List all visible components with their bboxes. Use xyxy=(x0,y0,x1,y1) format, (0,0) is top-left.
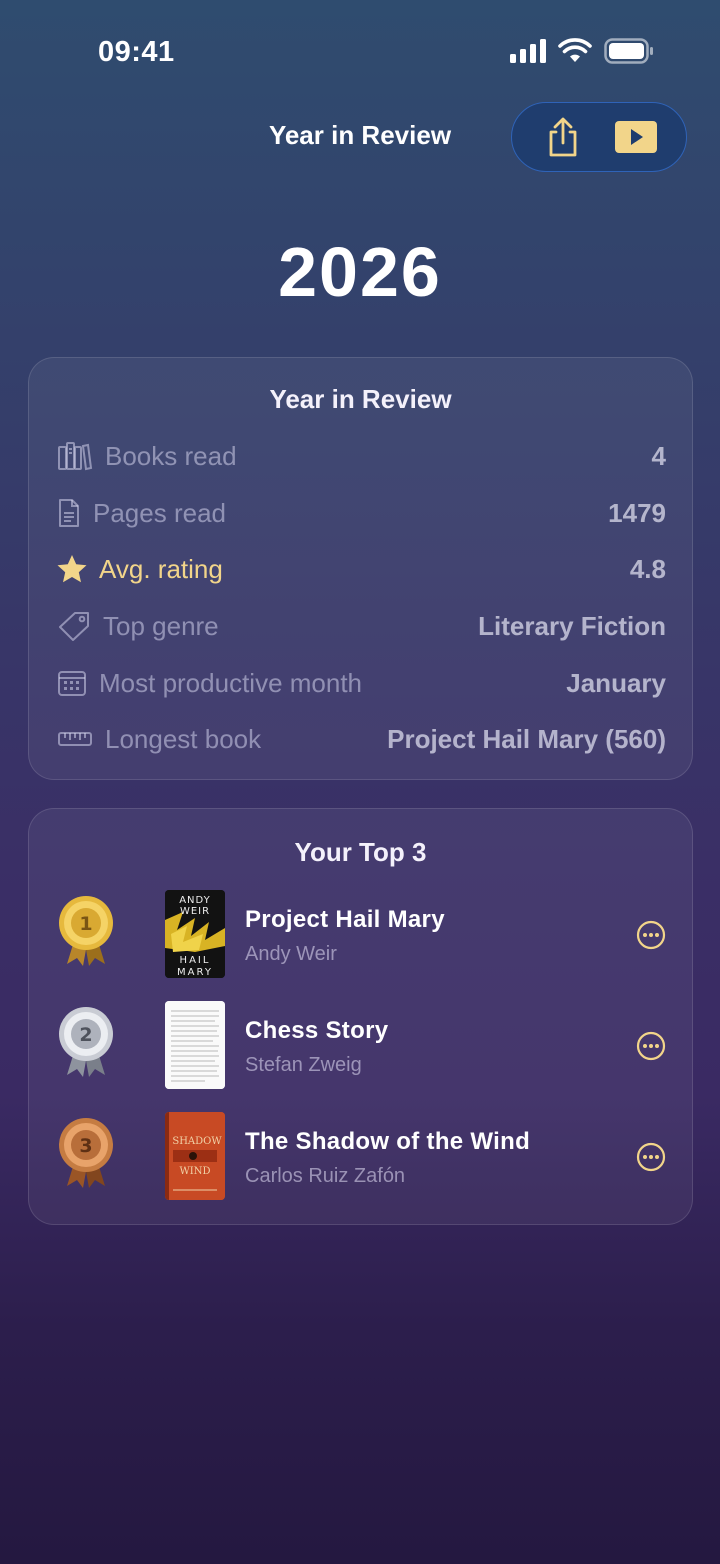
stats-card: Year in Review Books read 4 Pages read 1… xyxy=(28,357,693,780)
stat-label: Pages read xyxy=(93,497,226,528)
cellular-signal-icon xyxy=(510,39,546,63)
svg-text:WEIR: WEIR xyxy=(180,906,210,917)
share-icon xyxy=(549,117,576,157)
top3-row[interactable]: 1 ANDY WEIR HAIL MARY Project Hail Mary … xyxy=(55,890,666,980)
stat-longest-book: Longest book Project Hail Mary (560) xyxy=(55,719,666,759)
silver-medal-icon: 2 xyxy=(59,1007,113,1077)
nav-actions xyxy=(511,102,687,172)
stat-value: 4.8 xyxy=(629,553,666,584)
top3-card-title: Your Top 3 xyxy=(294,837,427,867)
stat-label: Longest book xyxy=(105,723,262,754)
more-options-icon[interactable] xyxy=(636,920,666,950)
svg-text:ANDY: ANDY xyxy=(179,895,211,906)
share-button[interactable] xyxy=(538,112,588,162)
play-icon xyxy=(614,121,657,153)
year-heading: 2026 xyxy=(278,233,442,311)
more-options-icon[interactable] xyxy=(636,1031,666,1061)
stat-label: Most productive month xyxy=(99,667,363,698)
stat-most-productive-month: Most productive month January xyxy=(55,663,666,703)
status-icons xyxy=(510,38,654,64)
star-icon xyxy=(55,549,89,589)
books-icon xyxy=(55,436,95,476)
book-author: Andy Weir xyxy=(245,943,337,965)
stat-avg-rating: Avg. rating 4.8 xyxy=(55,549,666,589)
status-time: 09:41 xyxy=(98,36,175,68)
medal-rank: 1 xyxy=(79,913,92,935)
book-author: Carlos Ruiz Zafón xyxy=(245,1165,406,1187)
book-cover: ANDY WEIR HAIL MARY xyxy=(165,890,225,978)
stat-value: 4 xyxy=(651,440,666,471)
stats-card-title: Year in Review xyxy=(269,384,452,414)
stat-label: Books read xyxy=(105,440,237,471)
wifi-icon xyxy=(558,38,592,62)
book-cover xyxy=(165,1001,225,1089)
stat-value: Project Hail Mary (560) xyxy=(387,723,666,754)
bronze-medal-icon: 3 xyxy=(59,1118,113,1188)
page-icon xyxy=(55,493,83,533)
medal-rank: 3 xyxy=(79,1135,92,1157)
svg-text:SHADOW: SHADOW xyxy=(172,1136,222,1147)
book-cover: SHADOW WIND xyxy=(165,1112,225,1200)
tag-icon xyxy=(55,606,93,646)
book-title: The Shadow of the Wind xyxy=(245,1128,531,1155)
battery-icon xyxy=(604,38,653,64)
svg-text:HAIL: HAIL xyxy=(180,955,211,966)
medal-rank: 2 xyxy=(79,1024,92,1046)
stat-top-genre: Top genre Literary Fiction xyxy=(55,606,666,646)
svg-text:MARY: MARY xyxy=(177,967,213,978)
book-author: Stefan Zweig xyxy=(245,1054,362,1076)
stat-value: Literary Fiction xyxy=(478,610,666,641)
top3-row[interactable]: 3 SHADOW WIND The Shadow of the Wind Car… xyxy=(55,1112,666,1202)
stat-books-read: Books read 4 xyxy=(55,436,666,476)
stat-label: Top genre xyxy=(103,610,219,641)
gold-medal-icon: 1 xyxy=(59,896,113,966)
stat-value: January xyxy=(566,667,666,698)
more-options-icon[interactable] xyxy=(636,1142,666,1172)
play-button[interactable] xyxy=(611,112,661,162)
top3-card: Your Top 3 1 ANDY WEIR HAIL MARY Project… xyxy=(28,808,693,1225)
book-title: Project Hail Mary xyxy=(245,906,445,933)
ruler-icon xyxy=(55,719,95,759)
book-title: Chess Story xyxy=(245,1017,389,1044)
top3-row[interactable]: 2 Chess Story Stefan Zweig xyxy=(55,1001,666,1091)
stat-label: Avg. rating xyxy=(99,553,223,584)
stat-pages-read: Pages read 1479 xyxy=(55,493,666,533)
stat-value: 1479 xyxy=(608,497,666,528)
svg-text:WIND: WIND xyxy=(180,1166,211,1177)
status-bar: 09:41 xyxy=(0,0,720,100)
calendar-icon xyxy=(55,663,89,703)
